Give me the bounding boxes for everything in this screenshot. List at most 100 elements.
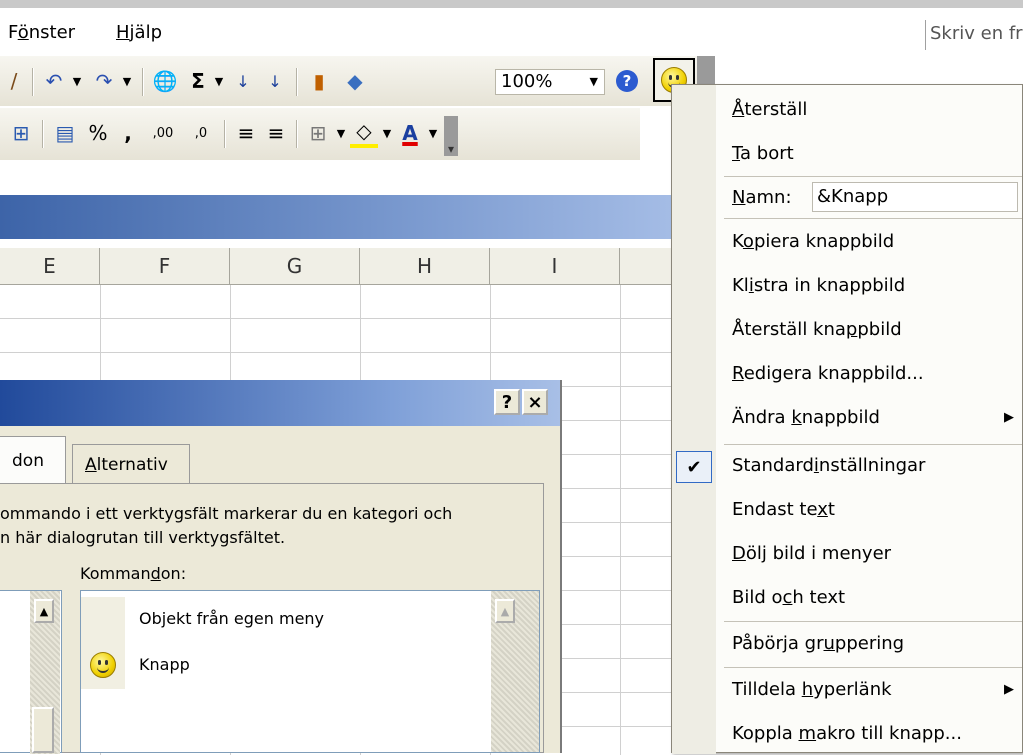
text-only-pre: Endast te: [732, 499, 818, 520]
menu-item-reset[interactable]: Återställ: [732, 99, 807, 120]
sort-ascending-icon[interactable]: ↓: [230, 66, 256, 96]
command-label: Objekt från egen meny: [139, 609, 325, 628]
menu-item-text-only[interactable]: Endast text: [732, 499, 835, 520]
menu-item-change-image[interactable]: Ändra knappbild ▶: [732, 407, 1022, 428]
menu-item-paste-image[interactable]: Klistra in knappbild: [732, 275, 905, 296]
decrease-decimal-icon[interactable]: ,0: [184, 118, 218, 148]
assign-link-post: yperlänk: [813, 679, 892, 700]
font-color-icon[interactable]: A: [396, 118, 424, 148]
menu-separator: [724, 176, 1022, 177]
toolbar-separator: [224, 120, 226, 148]
column-header-g[interactable]: G: [230, 248, 360, 284]
toolbar-separator: [296, 68, 298, 96]
menu-window[interactable]: Fönster: [8, 22, 75, 43]
commands-list[interactable]: Objekt från egen meny Knapp ▲: [80, 590, 540, 753]
autosum-icon[interactable]: Σ: [186, 66, 210, 96]
menu-item-hide-image[interactable]: Dölj bild i menyer: [732, 543, 891, 564]
name-field[interactable]: &Knapp: [812, 182, 1018, 212]
dialog-title-bar: ? ×: [0, 380, 560, 426]
fill-color-dropdown-icon[interactable]: ▼: [380, 118, 394, 148]
categories-scroll-thumb[interactable]: [32, 707, 54, 753]
menu-separator: [724, 621, 1022, 622]
default-style-post: nställningar: [818, 455, 926, 476]
begin-group-post: ppering: [834, 633, 905, 654]
submenu-arrow-icon: ▶: [1004, 682, 1014, 697]
help-icon[interactable]: ?: [612, 66, 642, 96]
menu-item-assign-macro[interactable]: Koppla makro till knapp...: [732, 723, 962, 744]
menu-help[interactable]: Hjälp: [116, 22, 162, 43]
hide-image-accel: D: [732, 543, 746, 564]
column-header-f[interactable]: F: [100, 248, 230, 284]
list-item[interactable]: Knapp: [81, 643, 501, 689]
increase-indent-icon[interactable]: ≡: [262, 118, 290, 148]
merge-center-icon[interactable]: ⊞: [6, 118, 36, 148]
column-header-e[interactable]: E: [0, 248, 100, 284]
column-header-i[interactable]: I: [490, 248, 620, 284]
tab-commands[interactable]: don: [0, 436, 66, 484]
undo-icon[interactable]: ↶: [40, 66, 68, 96]
menu-item-copy-image[interactable]: Kopiera knappbild: [732, 231, 894, 252]
redo-icon[interactable]: ↷: [90, 66, 118, 96]
column-header-h[interactable]: H: [360, 248, 490, 284]
decrease-indent-icon[interactable]: ≡: [232, 118, 260, 148]
comma-style-icon[interactable]: ,: [118, 118, 138, 148]
help-search-box[interactable]: Skriv en fr: [925, 20, 1023, 50]
reset-image-accel: p: [845, 319, 858, 340]
chart-wizard-icon[interactable]: ▮: [304, 66, 334, 96]
default-style-pre: Standard: [732, 455, 814, 476]
edit-image-accel: R: [732, 363, 744, 384]
name-label: Namn:: [732, 187, 792, 208]
commands-scroll-up-button[interactable]: ▲: [495, 599, 515, 623]
menu-item-default-style[interactable]: Standardinställningar: [732, 455, 925, 476]
commands-label-post: on:: [160, 564, 187, 583]
menu-window-pre: F: [8, 22, 18, 43]
begin-group-accel: u: [823, 633, 835, 654]
menu-item-edit-image[interactable]: Redigera knappbild...: [732, 363, 924, 384]
edit-image-post: edigera knappbild...: [743, 363, 924, 384]
standard-toolbar: / ↶ ▼ ↷ ▼ 🌐 Σ ▼ ↓ ↓ ▮ ◆ 100% ▼ ?: [0, 56, 700, 106]
redo-dropdown-icon[interactable]: ▼: [120, 66, 134, 96]
tab-options[interactable]: Alternativ: [72, 444, 190, 484]
dialog-close-button[interactable]: ×: [522, 389, 548, 415]
currency-icon[interactable]: ▤: [50, 118, 80, 148]
assign-link-pre: Tilldela: [732, 679, 802, 700]
zoom-dropdown-icon[interactable]: ▼: [590, 70, 598, 94]
menu-help-post: jälp: [129, 22, 163, 43]
menu-item-begin-group[interactable]: Påbörja gruppering: [732, 633, 904, 654]
assign-link-accel: h: [801, 679, 814, 700]
paste-image-post: stra in knappbild: [753, 275, 906, 296]
menu-help-accel: H: [116, 22, 130, 43]
font-color-dropdown-icon[interactable]: ▼: [426, 118, 440, 148]
reset-label: terställ: [744, 99, 808, 120]
menu-item-image-and-text[interactable]: Bild och text: [732, 587, 845, 608]
zoom-combo[interactable]: 100% ▼: [495, 69, 605, 95]
menu-item-reset-image[interactable]: Återställ knappbild: [732, 319, 902, 340]
categories-list[interactable]: ▲: [0, 590, 62, 754]
check-icon: ✔: [676, 451, 712, 483]
change-image-pre: Ändra: [732, 407, 792, 428]
copy-image-accel: o: [742, 231, 754, 252]
sort-descending-icon[interactable]: ↓: [262, 66, 288, 96]
image-text-pre: Bild o: [732, 587, 783, 608]
name-label-text: amn:: [745, 187, 792, 208]
hyperlink-icon[interactable]: 🌐: [150, 66, 180, 96]
categories-scroll-up-button[interactable]: ▲: [34, 599, 54, 623]
format-painter-icon[interactable]: /: [2, 66, 26, 96]
copy-image-pre: K: [732, 231, 743, 252]
drawing-icon[interactable]: ◆: [340, 66, 370, 96]
menu-item-delete[interactable]: Ta bort: [732, 143, 794, 164]
borders-icon[interactable]: ⊞: [304, 118, 332, 148]
toolbar-options-icon[interactable]: ▾: [444, 116, 458, 156]
button-context-menu: Återställ Ta bort Namn: &Knapp Kopiera k…: [671, 84, 1023, 754]
formatting-toolbar: ⊞ ▤ % , ,00 ,0 ≡ ≡ ⊞ ▼ ◇ ▼ A ▼ ▾: [0, 108, 640, 160]
percent-icon[interactable]: %: [86, 118, 110, 148]
menu-item-assign-hyperlink[interactable]: Tilldela hyperlänk ▶: [732, 679, 1022, 700]
fill-color-icon[interactable]: ◇: [350, 118, 378, 148]
undo-dropdown-icon[interactable]: ▼: [70, 66, 84, 96]
increase-decimal-icon[interactable]: ,00: [146, 118, 180, 148]
borders-dropdown-icon[interactable]: ▼: [334, 118, 348, 148]
dialog-help-button[interactable]: ?: [494, 389, 520, 415]
toolbar-separator: [32, 68, 34, 96]
autosum-dropdown-icon[interactable]: ▼: [212, 66, 226, 96]
list-item[interactable]: Objekt från egen meny: [81, 597, 501, 643]
